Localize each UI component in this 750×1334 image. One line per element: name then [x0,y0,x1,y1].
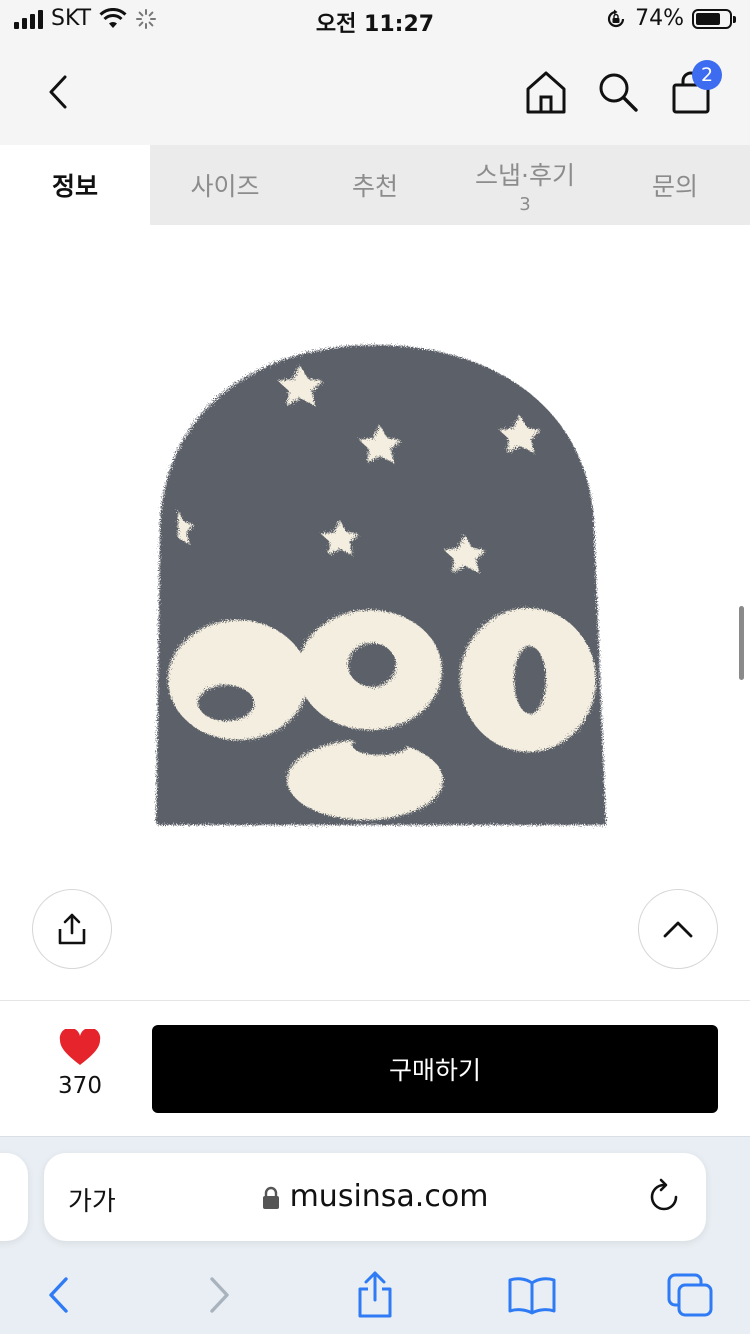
tab-label: 정보 [51,172,98,201]
url-display[interactable]: musinsa.com [44,1179,706,1214]
tabs-icon [667,1273,713,1317]
battery-icon [692,8,736,29]
home-icon [526,71,566,114]
lock-icon [262,1186,279,1209]
search-icon [599,73,638,112]
browser-back-button[interactable] [28,1265,88,1325]
reload-icon [650,1178,678,1211]
orientation-lock-icon [608,9,625,27]
forward-chevron-icon [210,1277,229,1313]
tabs-button[interactable] [660,1265,720,1325]
scroll-indicator[interactable] [739,606,744,680]
buy-button[interactable]: 구매하기 [152,1025,718,1113]
home-button[interactable] [522,68,570,116]
heart-icon [59,1029,101,1065]
back-chevron-icon [49,75,67,109]
battery-percent: 74% [635,6,684,31]
status-right: 74% [605,6,736,31]
tab-count: 3 [519,193,531,215]
tab-label: 문의 [651,172,698,201]
tab-size[interactable]: 사이즈 [150,145,300,225]
status-bar: SKT 오전 11:27 74% [0,0,750,40]
like-button[interactable]: 370 [40,1029,120,1099]
share-product-button[interactable] [32,889,112,969]
tab-label: 스냅·후기 [475,160,575,190]
scroll-to-top-button[interactable] [638,889,718,969]
top-navigation: 2 [0,40,750,145]
tab-info[interactable]: 정보 [0,145,150,225]
tab-label: 사이즈 [190,172,260,201]
browser-forward-button[interactable] [190,1265,250,1325]
cart-count-badge: 2 [692,60,722,90]
product-image-area [0,225,750,1000]
browser-share-button[interactable] [345,1265,405,1325]
tab-inquiry[interactable]: 문의 [600,145,750,225]
back-button[interactable] [36,70,80,114]
share-icon [58,913,86,945]
product-image [156,345,606,825]
chevron-up-icon [663,921,693,938]
product-tabs: 정보 사이즈 추천 스냅·후기 3 문의 [0,145,750,225]
tab-recommend[interactable]: 추천 [300,145,450,225]
like-count: 370 [58,1073,102,1099]
purchase-bar: 370 구매하기 [0,1001,750,1136]
back-chevron-icon [49,1277,68,1313]
share-icon [358,1271,392,1318]
bookmarks-icon [508,1277,556,1315]
previous-tab-card[interactable] [0,1153,28,1241]
browser-bottom-bar: 가가 musinsa.com [0,1136,750,1334]
bookmarks-button[interactable] [502,1265,562,1325]
address-bar[interactable]: 가가 musinsa.com [44,1153,706,1241]
url-text: musinsa.com [289,1179,489,1214]
tab-snap-review[interactable]: 스냅·후기 3 [450,145,600,225]
reload-button[interactable] [646,1177,682,1219]
tab-label: 추천 [351,172,398,201]
search-button[interactable] [594,68,642,116]
cart-button[interactable]: 2 [668,60,722,116]
